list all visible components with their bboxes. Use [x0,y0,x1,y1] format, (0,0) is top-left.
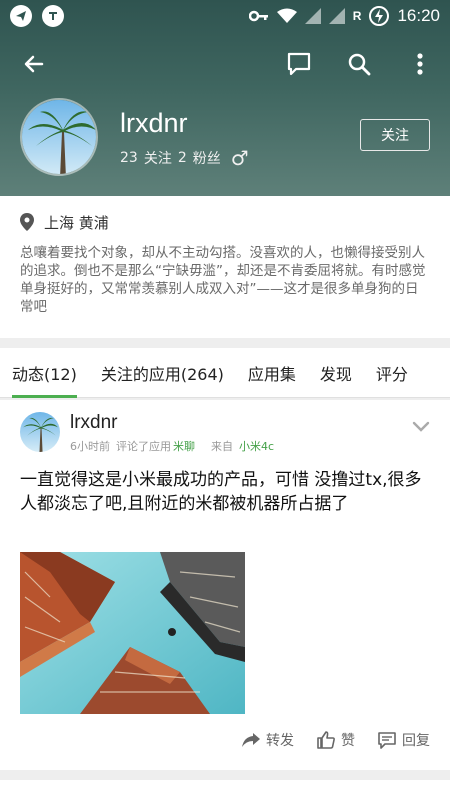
telegram-icon [10,5,32,27]
location: 上海 黄浦 [20,210,430,234]
battery-charging-icon [369,6,390,26]
tab-followed-apps[interactable]: 关注的应用(264) [101,348,224,398]
like-label: 赞 [341,733,355,749]
app-notification-icon [42,5,64,27]
following-count[interactable]: 23 [120,150,138,166]
profile-stats: 23 关注 2 粉丝 ♂ [120,146,249,170]
profile-header: R 16:20 lrxdnr 23 关注 2 粉丝 ♂ 关注 [0,0,450,196]
reply-label: 回复 [402,733,430,749]
arrow-left-icon [24,55,44,73]
location-text: 上海 黄浦 [44,213,109,232]
signal-icon [304,8,321,24]
location-pin-icon [20,213,34,231]
signal-icon [328,8,345,24]
fans-count[interactable]: 2 [178,150,187,166]
feed-post: lrxdnr 6小时前 评论了应用 米聊 来自 小米4c 一直觉得这是小米最成功… [0,400,450,770]
tab-discover[interactable]: 发现 [320,348,352,398]
gender-male-icon: ♂ [230,146,249,170]
thumbs-up-icon [317,731,335,749]
post-menu-button[interactable] [412,418,430,437]
more-button[interactable] [402,46,438,82]
key-icon [248,10,268,22]
like-button[interactable]: 赞 [316,730,355,750]
post-from-label: 来自 [211,440,233,453]
bio-card: 上海 黄浦 总嚷着要找个对象，却从不主动勾搭。没喜欢的人，也懒得接受别人的追求。… [0,196,450,338]
fans-label[interactable]: 粉丝 [193,148,221,168]
following-label[interactable]: 关注 [144,148,172,168]
bio-text: 总嚷着要找个对象，却从不主动勾搭。没喜欢的人，也懒得接受别人的追求。倒也不是那么… [20,245,426,315]
tab-ratings[interactable]: 评分 [376,348,408,398]
next-feed-post [0,780,450,800]
search-button[interactable] [341,46,377,82]
wifi-icon [276,8,297,23]
post-author[interactable]: lrxdnr [70,412,118,434]
post-avatar[interactable] [20,412,60,452]
tab-app-collections[interactable]: 应用集 [248,348,296,398]
post-action: 评论了应用 [116,440,171,453]
forward-button[interactable]: 转发 [241,730,294,750]
comment-icon [378,732,396,749]
status-bar: R 16:20 [0,0,450,32]
tab-feed[interactable]: 动态(12) [12,348,77,398]
reply-button[interactable]: 回复 [377,730,430,750]
more-vert-icon [417,53,423,75]
post-actions: 转发 赞 回复 [241,730,430,750]
post-time: 6小时前 [70,440,110,453]
message-icon [287,52,311,76]
network-indicator: R [352,9,362,23]
clock: 16:20 [397,6,440,25]
forward-label: 转发 [266,733,294,749]
profile-name: lrxdnr [120,108,188,138]
avatar[interactable] [20,98,98,176]
chevron-down-icon [412,421,430,432]
back-button[interactable] [16,46,52,82]
post-device: 小米4c [239,440,275,453]
post-image[interactable] [20,552,245,714]
search-icon [348,53,371,76]
tab-bar: 动态(12) 关注的应用(264) 应用集 发现 评分 [0,348,450,398]
message-button[interactable] [281,46,317,82]
toolbar [0,32,450,96]
post-body: 一直觉得这是小米最成功的产品，可惜 没撸过tx,很多人都淡忘了吧,且附近的米都被… [20,470,422,514]
post-app-link[interactable]: 米聊 [173,438,195,454]
post-meta: 6小时前 评论了应用 米聊 来自 小米4c [70,438,274,454]
share-arrow-icon [242,733,260,747]
follow-button[interactable]: 关注 [360,119,430,151]
